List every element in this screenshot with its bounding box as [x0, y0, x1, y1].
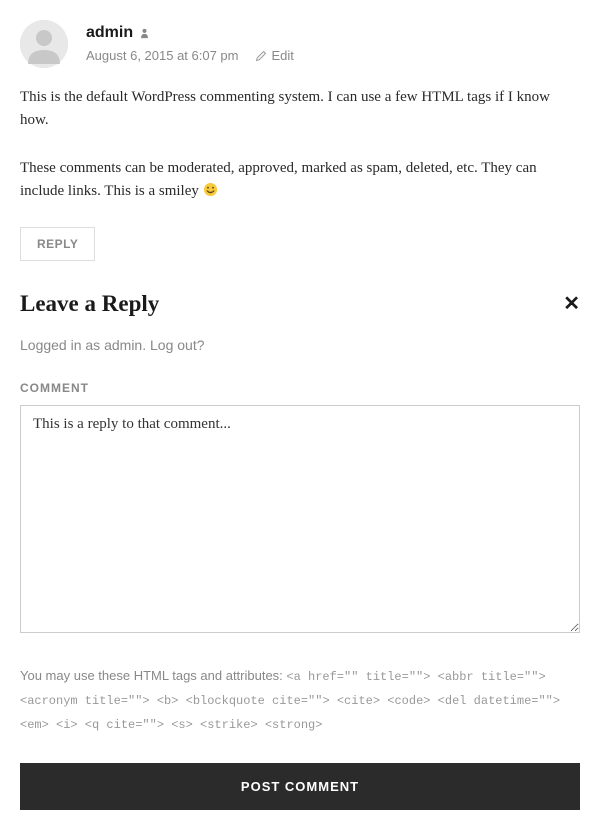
date-line: August 6, 2015 at 6:07 pm Edit — [86, 48, 580, 63]
comment-author[interactable]: admin — [86, 24, 133, 42]
tags-note-prefix: You may use these HTML tags and attribut… — [20, 668, 286, 683]
logged-in-status: Logged in as admin. Log out? — [20, 337, 580, 353]
close-icon[interactable]: ✕ — [563, 294, 580, 314]
comment-textarea[interactable]: This is a reply to that comment... — [20, 405, 580, 633]
comment-meta: admin August 6, 2015 at 6:07 pm Edit — [86, 20, 580, 68]
person-icon — [20, 20, 68, 68]
logged-in-user-link[interactable]: admin — [104, 337, 142, 353]
comment-body: This is the default WordPress commenting… — [20, 86, 580, 203]
smiley-icon — [203, 182, 218, 197]
reply-title-row: Leave a Reply ✕ — [20, 291, 580, 317]
logged-in-prefix: Logged in as — [20, 337, 104, 353]
pencil-icon — [255, 50, 267, 62]
allowed-tags-note: You may use these HTML tags and attribut… — [20, 664, 580, 737]
comment-date[interactable]: August 6, 2015 at 6:07 pm — [86, 48, 239, 63]
comment-text: These comments can be moderated, approve… — [20, 160, 537, 199]
edit-label[interactable]: Edit — [272, 48, 294, 63]
avatar — [20, 20, 68, 68]
comment-field-label: COMMENT — [20, 381, 580, 395]
author-badge-icon — [139, 28, 150, 39]
comment-header: admin August 6, 2015 at 6:07 pm Edit — [20, 20, 580, 68]
edit-link[interactable]: Edit — [255, 48, 294, 63]
reply-title: Leave a Reply — [20, 291, 159, 317]
comment-paragraph: These comments can be moderated, approve… — [20, 157, 580, 204]
reply-form: Leave a Reply ✕ Logged in as admin. Log … — [20, 291, 580, 810]
comment: admin August 6, 2015 at 6:07 pm Edit Thi… — [20, 20, 580, 261]
post-comment-button[interactable]: POST COMMENT — [20, 763, 580, 810]
author-line: admin — [86, 24, 580, 42]
reply-button[interactable]: REPLY — [20, 227, 95, 261]
logged-in-sep: . — [142, 337, 150, 353]
comment-paragraph: This is the default WordPress commenting… — [20, 86, 580, 133]
logout-link[interactable]: Log out? — [150, 337, 205, 353]
